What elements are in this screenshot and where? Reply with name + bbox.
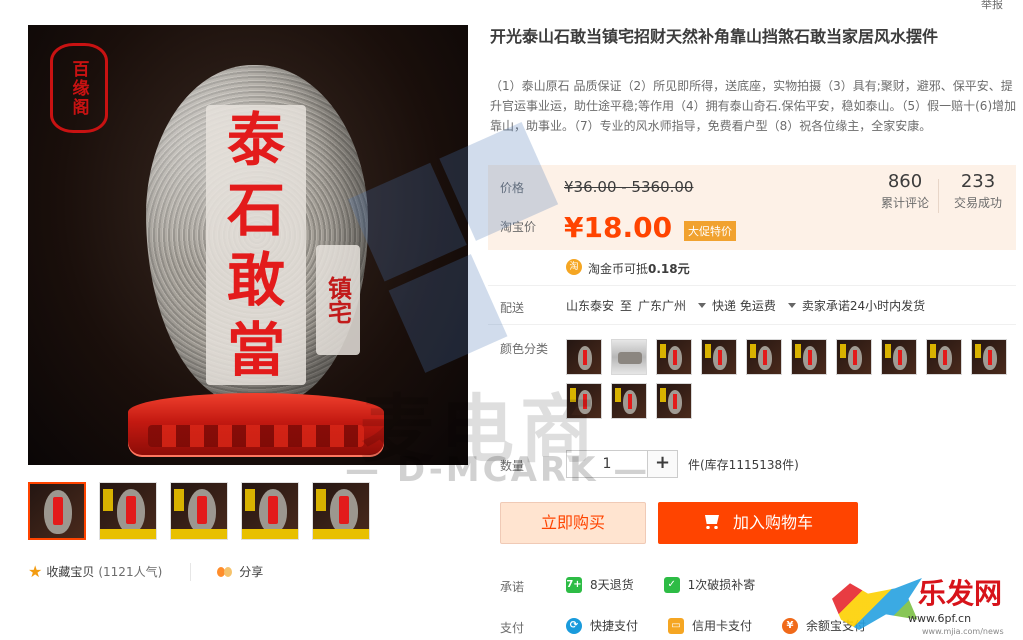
thumbnail-4[interactable]	[241, 482, 299, 540]
color-swatch[interactable]	[656, 339, 692, 375]
return-7day-icon: 7+	[566, 576, 582, 593]
color-swatch[interactable]	[701, 339, 737, 375]
sales-label: 交易成功	[953, 196, 1002, 210]
payment-label: 支付	[500, 621, 525, 635]
share-icon[interactable]	[217, 565, 233, 579]
carving-char: 敢	[226, 246, 285, 314]
ship-to-word: 至	[620, 299, 633, 313]
stone-carving-main: 泰 石 敢 當	[206, 105, 306, 385]
damage-reship-icon: ✓	[663, 576, 680, 593]
thumbnail-2[interactable]	[99, 482, 157, 540]
divider	[190, 562, 192, 581]
coin-amount: 0.18元	[648, 262, 690, 276]
color-swatch[interactable]	[836, 339, 872, 375]
ship-method[interactable]: 快递 免运费	[712, 297, 776, 314]
color-swatch[interactable]	[611, 339, 647, 375]
color-swatch[interactable]	[926, 339, 962, 375]
stone-sculpture: 泰 石 敢 當 镇宅	[146, 65, 368, 405]
corner-watermark-logo: 乐发网 www.6pf.cn www.mjia.com/news	[832, 570, 1022, 640]
original-price: ¥36.00 - 5360.00	[564, 178, 694, 196]
stat-divider	[938, 179, 939, 213]
promise-item[interactable]: 7+ 8天退货	[566, 576, 634, 593]
ship-promise: 卖家承诺24小时内发货	[801, 299, 926, 313]
credit-card-icon: ▭	[668, 617, 685, 634]
sales-count: 233	[960, 171, 996, 192]
quick-pay-icon: ⟳	[566, 617, 582, 634]
thumbnail-strip	[28, 482, 370, 540]
promise-row: 7+ 8天退货 ✓ 1次破损补寄	[566, 576, 785, 593]
stone-carving-side: 镇宅	[316, 245, 360, 355]
favorite-button[interactable]: 收藏宝贝	[46, 563, 94, 580]
color-swatch[interactable]	[881, 339, 917, 375]
stock-text: 件(库存1115138件)	[688, 457, 799, 472]
cart-icon	[703, 515, 721, 529]
carving-char: 當	[226, 316, 285, 384]
color-swatch[interactable]	[746, 339, 782, 375]
promise-item[interactable]: ✓ 1次破损补寄	[663, 576, 755, 593]
promo-tag: 大促特价	[684, 221, 736, 241]
reviews-label: 累计评论	[880, 196, 929, 210]
share-button[interactable]: 分享	[239, 563, 263, 580]
thumbnail-1[interactable]	[28, 482, 86, 540]
red-pedestal	[128, 393, 384, 457]
color-swatch[interactable]	[971, 339, 1007, 375]
payment-item[interactable]: ▭ 信用卡支付	[668, 617, 752, 634]
favorite-count: (1121人气)	[98, 565, 163, 579]
shop-seal: 百缘阁	[50, 43, 108, 133]
payment-item[interactable]: ⟳ 快捷支付	[566, 617, 638, 634]
color-options	[566, 339, 1016, 419]
shipping-row: 山东泰安 至 广东广州 快递 免运费 卖家承诺24小时内发货	[566, 297, 931, 314]
product-title: 开光泰山石敢当镇宅招财天然补角靠山挡煞石敢当家居风水摆件	[490, 27, 939, 46]
item-actions: ★ 收藏宝贝 (1121人气) 分享	[28, 562, 263, 581]
color-swatch[interactable]	[656, 383, 692, 419]
color-swatch[interactable]	[611, 383, 647, 419]
add-to-cart-button[interactable]: 加入购物车	[658, 502, 858, 544]
ship-destination[interactable]: 广东广州	[638, 297, 686, 314]
reviews-stat[interactable]: 860 累计评论	[875, 171, 935, 211]
divider	[488, 324, 1016, 325]
corner-url: www.6pf.cn	[908, 612, 972, 625]
reviews-count: 860	[887, 171, 923, 192]
chevron-down-icon[interactable]	[698, 303, 707, 308]
corner-brand: 乐发网	[918, 577, 1003, 610]
thumbnail-5[interactable]	[312, 482, 370, 540]
report-link[interactable]: 举报	[981, 0, 1003, 12]
buy-now-button[interactable]: 立即购买	[500, 502, 646, 544]
quantity-plus-button[interactable]: +	[648, 450, 678, 478]
watermark-subtext: — D-MCARK —	[345, 450, 651, 490]
thumbnail-3[interactable]	[170, 482, 228, 540]
carving-char: 泰	[226, 106, 285, 174]
sales-stat: 233 交易成功	[948, 171, 1008, 211]
color-swatch[interactable]	[791, 339, 827, 375]
star-icon[interactable]: ★	[28, 562, 42, 581]
product-subtitle: （1）泰山原石 品质保证（2）所见即所得，送底座，实物拍摄（3）具有;聚财，避邪…	[490, 79, 1017, 133]
carving-char: 石	[226, 176, 285, 244]
coin-text: 淘金币可抵0.18元	[588, 262, 690, 276]
promise-label: 承诺	[500, 580, 525, 594]
chevron-down-icon[interactable]	[787, 303, 796, 308]
corner-url-secondary: www.mjia.com/news	[922, 627, 1004, 636]
yuebao-icon: ¥	[782, 617, 799, 634]
